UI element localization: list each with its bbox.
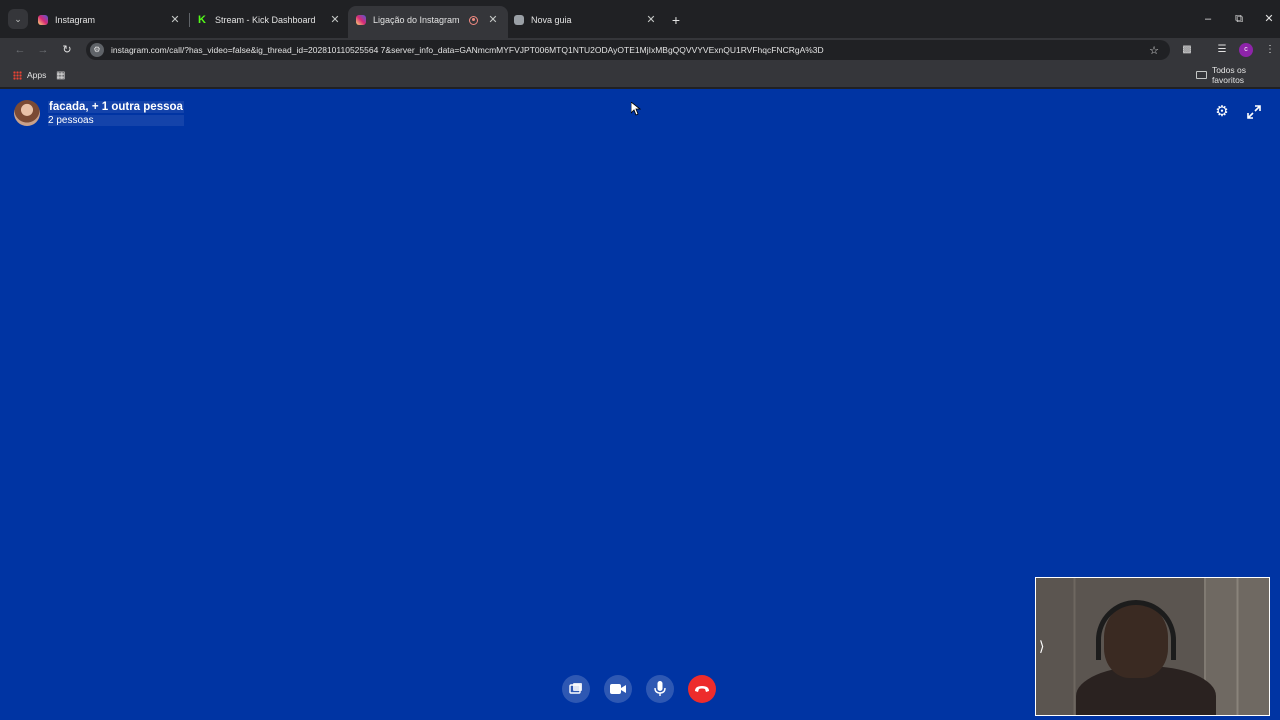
all-bookmarks-label: Todos os favoritos — [1211, 65, 1246, 85]
instagram-icon — [38, 15, 48, 25]
chevron-right-icon[interactable]: ⟩ — [1039, 638, 1044, 655]
tab-title: Nova guia — [531, 15, 572, 25]
restore-icon: ⧉ — [1235, 13, 1243, 25]
gear-icon: ⚙ — [1215, 103, 1229, 120]
close-icon[interactable]: ✕ — [168, 13, 182, 27]
tab-strip: ⌄ Instagram ✕ K Stream - Kick Dashboard … — [0, 0, 1280, 38]
chevron-down-icon: ⌄ — [14, 14, 22, 24]
call-header-text: facada, + 1 outra pessoa 2 pessoas — [48, 100, 184, 126]
site-info-icon[interactable]: ⚙ — [90, 43, 104, 57]
close-icon[interactable]: ✕ — [644, 13, 658, 27]
arrow-left-icon: ← — [14, 44, 26, 56]
new-tab-button[interactable]: + — [668, 12, 684, 28]
settings-button[interactable]: ⚙ — [1213, 103, 1231, 121]
screen-share-icon — [569, 683, 582, 694]
participant-count: 2 pessoas — [48, 114, 184, 126]
microphone-toggle-button[interactable] — [646, 675, 674, 703]
tab-instagram-call[interactable]: Ligação do Instagram ✕ — [348, 6, 508, 38]
apps-bookmark[interactable]: Apps — [13, 68, 46, 82]
fullscreen-button[interactable] — [1245, 103, 1263, 121]
close-window-button[interactable]: ✕ — [1259, 10, 1279, 28]
expand-icon — [1247, 105, 1261, 119]
close-icon[interactable]: ✕ — [486, 13, 500, 27]
back-button[interactable]: ← — [11, 41, 29, 59]
call-view: facada, + 1 outra pessoa 2 pessoas ⚙ ⟩ — [0, 89, 1280, 720]
profile-avatar[interactable]: c — [1239, 43, 1253, 57]
end-call-button[interactable] — [688, 675, 716, 703]
cursor-icon — [631, 102, 641, 116]
tab-title: Ligação do Instagram — [373, 15, 460, 25]
self-video-preview[interactable]: ⟩ — [1035, 577, 1270, 716]
close-icon[interactable]: ✕ — [328, 13, 342, 27]
instagram-icon — [356, 15, 366, 25]
browser-toolbar: ← → ↻ ⚙ instagram.com/call/?has_video=fa… — [0, 38, 1280, 62]
minimize-button[interactable]: – — [1198, 10, 1218, 28]
reload-button[interactable]: ↻ — [58, 41, 76, 59]
all-bookmarks[interactable]: Todos os favoritos — [1196, 65, 1280, 85]
close-icon: ✕ — [1264, 13, 1274, 25]
forward-button[interactable]: → — [34, 41, 52, 59]
screen-share-button[interactable] — [562, 675, 590, 703]
bookmarks-bar: Apps ▦ Todos os favoritos — [0, 62, 1280, 88]
tab-title: Instagram — [55, 15, 96, 25]
bookmark-star-icon[interactable]: ☆ — [1146, 44, 1162, 57]
tab-groups-icon: ▦ — [56, 69, 66, 81]
recording-icon — [469, 15, 478, 25]
apps-label: Apps — [27, 70, 47, 80]
folder-icon — [1196, 71, 1207, 79]
microphone-icon — [654, 681, 666, 696]
arrow-right-icon: → — [37, 44, 49, 56]
chrome-icon — [514, 15, 524, 25]
media-controls-icon[interactable]: ☰ — [1213, 41, 1231, 59]
restore-button[interactable]: ⧉ — [1229, 10, 1249, 28]
plus-icon: + — [671, 12, 681, 28]
call-controls — [562, 675, 716, 703]
more-menu-icon[interactable]: ⋮ — [1261, 41, 1279, 59]
video-toggle-button[interactable] — [604, 675, 632, 703]
apps-grid-icon — [13, 70, 22, 80]
reload-icon: ↻ — [62, 44, 72, 56]
url-text[interactable]: instagram.com/call/?has_video=false&ig_t… — [111, 45, 1146, 55]
address-bar[interactable]: ⚙ instagram.com/call/?has_video=false&ig… — [86, 40, 1170, 60]
call-header: facada, + 1 outra pessoa 2 pessoas — [14, 100, 184, 126]
avatar[interactable] — [14, 100, 40, 126]
tab-instagram[interactable]: Instagram ✕ — [30, 6, 190, 34]
tab-groups-button[interactable]: ▦ — [56, 68, 65, 82]
kick-icon: K — [198, 14, 206, 26]
end-call-icon — [695, 686, 709, 692]
video-camera-icon — [610, 684, 626, 694]
tab-title: Stream - Kick Dashboard — [215, 15, 316, 25]
tab-kick-dashboard[interactable]: K Stream - Kick Dashboard ✕ — [190, 6, 350, 34]
tab-search-button[interactable]: ⌄ — [8, 9, 28, 29]
call-title: facada, + 1 outra pessoa — [48, 100, 184, 113]
tab-new-tab[interactable]: Nova guia ✕ — [506, 6, 666, 34]
minimize-icon: – — [1204, 13, 1212, 25]
extensions-icon[interactable]: ▩ — [1178, 41, 1196, 59]
